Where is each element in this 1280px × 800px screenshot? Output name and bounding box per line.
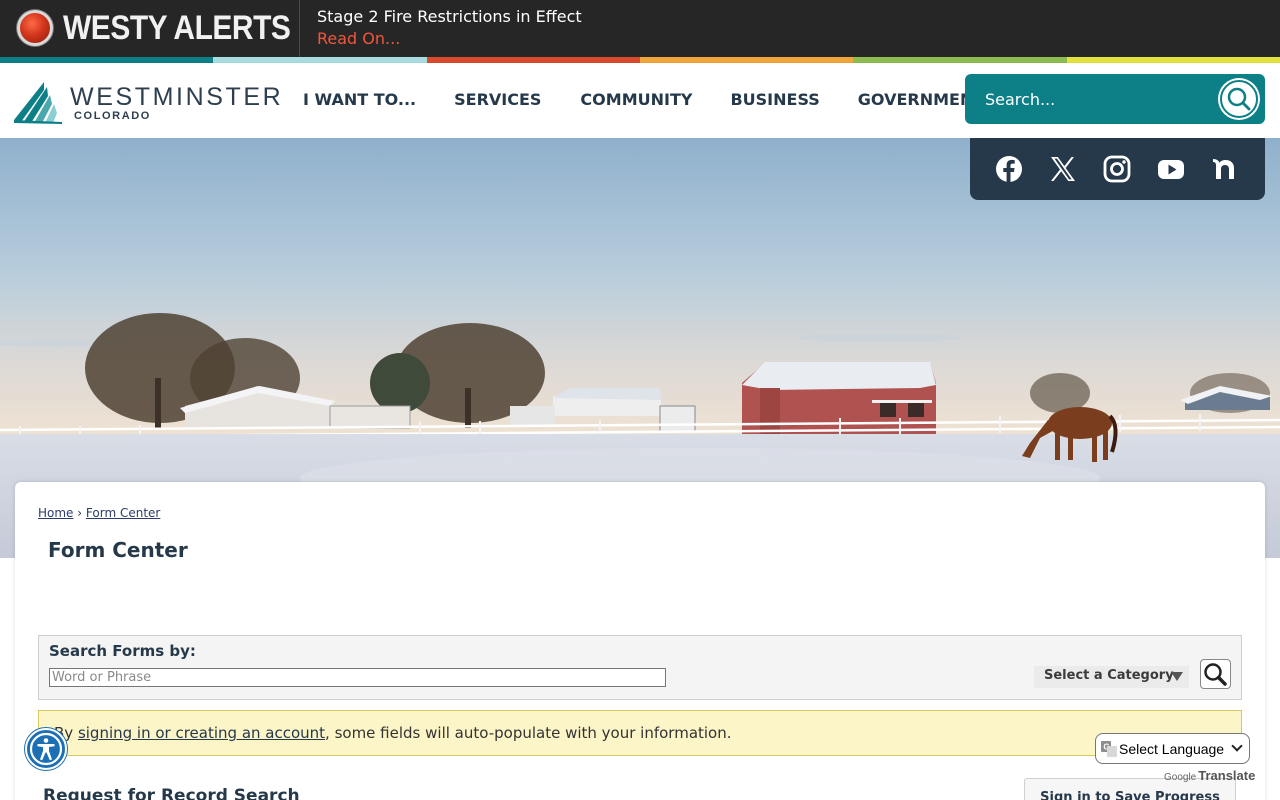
search-forms-label: Search Forms by: <box>49 642 196 660</box>
google-label: Google <box>1164 772 1197 783</box>
breadcrumb-form-center-link[interactable]: Form Center <box>86 506 160 520</box>
nav-item-business[interactable]: BUSINESS <box>730 90 819 109</box>
social-media-bar <box>970 138 1265 200</box>
alert-bar: WESTY ALERTS Stage 2 Fire Restrictions i… <box>0 0 1280 57</box>
search-icon <box>1227 87 1251 111</box>
site-header: WESTMINSTER COLORADO I WANT TO... SERVIC… <box>0 63 1280 138</box>
sign-in-link[interactable]: signing in or creating an account <box>78 724 325 742</box>
nav-item-services[interactable]: SERVICES <box>454 90 541 109</box>
category-select[interactable]: Select a Category <box>1034 666 1189 688</box>
westy-alerts-brand[interactable]: WESTY ALERTS <box>0 0 300 57</box>
westminster-logo[interactable]: WESTMINSTER COLORADO <box>14 80 281 125</box>
chevron-down-icon <box>1171 672 1183 681</box>
notice-suffix: , some fields will auto-populate with yo… <box>325 724 732 742</box>
forms-search-button[interactable] <box>1200 659 1231 689</box>
alert-message: Stage 2 Fire Restrictions in Effect <box>317 7 582 26</box>
alert-read-on-link[interactable]: Read On... <box>317 29 400 48</box>
youtube-icon[interactable] <box>1156 154 1186 184</box>
logo-name: WESTMINSTER <box>70 83 284 111</box>
main-nav: I WANT TO... SERVICES COMMUNITY BUSINESS… <box>303 90 984 109</box>
translate-label: Translate <box>1198 768 1256 783</box>
form-title-link[interactable]: Request for Record Search <box>43 786 300 800</box>
westminster-logo-mark <box>14 82 62 124</box>
breadcrumb-home-link[interactable]: Home <box>38 506 73 520</box>
powered-by-google-translate[interactable]: Google Translate <box>1164 767 1255 785</box>
search-forms-panel: Search Forms by: Select a Category <box>38 635 1242 700</box>
page-title: Form Center <box>48 538 188 562</box>
x-twitter-icon[interactable] <box>1048 154 1078 184</box>
alert-brand-title: WESTY ALERTS <box>63 9 291 47</box>
google-translate-icon: G <box>1101 741 1117 757</box>
language-select-label: Select Language <box>1119 741 1225 757</box>
sign-in-notice: By signing in or creating an account, so… <box>38 710 1242 756</box>
chevron-down-icon <box>1231 740 1243 752</box>
nav-item-i-want-to[interactable]: I WANT TO... <box>303 90 416 109</box>
site-search-button[interactable] <box>1220 80 1258 118</box>
language-select[interactable]: G Select Language <box>1095 733 1250 764</box>
notice-text: By signing in or creating an account, so… <box>54 724 732 742</box>
instagram-icon[interactable] <box>1102 154 1132 184</box>
facebook-icon[interactable] <box>994 154 1024 184</box>
breadcrumb: Home › Form Center <box>38 506 160 520</box>
nextdoor-icon[interactable] <box>1210 154 1240 184</box>
site-search-input[interactable] <box>985 88 1205 110</box>
site-search <box>965 74 1265 124</box>
breadcrumb-separator: › <box>77 506 83 520</box>
nav-item-community[interactable]: COMMUNITY <box>580 90 692 109</box>
accessibility-button[interactable] <box>25 728 67 770</box>
category-select-label: Select a Category <box>1044 668 1174 683</box>
alert-siren-icon <box>17 10 53 46</box>
accessibility-icon <box>29 732 63 766</box>
forms-search-input[interactable] <box>49 668 666 687</box>
logo-subtitle: COLORADO <box>74 110 151 122</box>
search-icon <box>1204 663 1227 686</box>
